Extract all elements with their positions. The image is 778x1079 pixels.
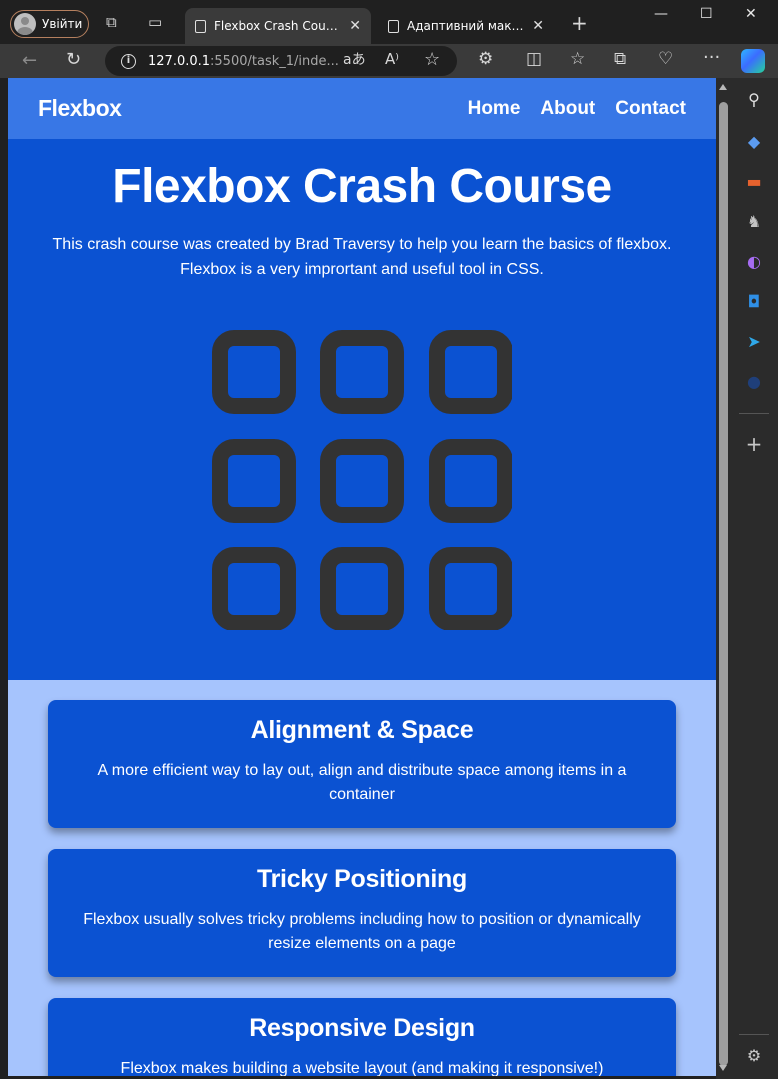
more-icon[interactable]: ··· (703, 49, 720, 67)
tab-flexbox-crash-course[interactable]: Flexbox Crash Course ✕ (185, 8, 371, 44)
workspaces-icon[interactable]: ⧉ (106, 15, 117, 30)
page-icon (388, 19, 399, 33)
avatar (14, 13, 36, 35)
translate-icon[interactable]: aあ (343, 53, 366, 67)
sidebar-divider (739, 1034, 769, 1035)
window-close-icon[interactable]: ✕ (745, 6, 757, 22)
star-icon[interactable]: ☆ (424, 51, 440, 69)
refresh-icon[interactable]: ↻ (66, 51, 81, 69)
browser-tab-bar: Увійти ⧉ ▭ Flexbox Crash Course ✕ Адапти… (0, 0, 778, 44)
page-viewport: Flexbox Home About Contact Flexbox Crash… (8, 78, 716, 1076)
tab-label: Flexbox Crash Course (214, 19, 342, 33)
feature-card-text: Flexbox makes building a website layout … (120, 1060, 604, 1076)
feature-card: Alignment & Space A more efficient way t… (48, 700, 676, 828)
close-icon[interactable]: ✕ (349, 18, 361, 34)
education-icon[interactable]: ● (744, 372, 764, 392)
hero-section: Flexbox Crash Course This crash course w… (8, 139, 716, 680)
scroll-down-icon[interactable] (719, 1065, 727, 1071)
arrow-left-icon[interactable]: ← (22, 52, 37, 70)
feature-card-text: A more efficient way to lay out, align a… (97, 762, 627, 803)
site-nav: Home About Contact (468, 98, 686, 120)
grid-icon (212, 330, 512, 630)
address-field[interactable]: i 127.0.0.1:5500/task_1/inde... (105, 46, 457, 76)
tab-label: Адаптивний макет сай (407, 19, 525, 33)
tab-adaptive-layout[interactable]: Адаптивний макет сай ✕ (378, 8, 554, 44)
feature-card-title: Responsive Design (249, 1014, 475, 1042)
browser-essentials-icon[interactable]: ♡ (658, 51, 673, 68)
games-icon[interactable]: ♞ (744, 212, 764, 232)
tag-icon[interactable]: ◆ (744, 132, 764, 152)
favorites-icon[interactable]: ☆ (570, 51, 585, 68)
feature-card-title: Tricky Positioning (257, 865, 467, 893)
toolbox-icon[interactable]: ▬ (744, 172, 764, 192)
close-icon[interactable]: ✕ (532, 18, 544, 34)
page-title: Flexbox Crash Course (112, 160, 612, 213)
page-scrollbar[interactable] (716, 78, 731, 1079)
profile-button[interactable]: Увійти (10, 10, 89, 38)
read-aloud-icon[interactable]: A⁾ (385, 52, 399, 67)
nav-link-about[interactable]: About (540, 98, 595, 120)
browser-address-bar: ← ↻ i 127.0.0.1:5500/task_1/inde... aあ A… (0, 44, 778, 78)
collections-icon[interactable]: ⧉ (614, 51, 626, 68)
browser-sidebar: ⚲ ◆ ▬ ♞ ◐ ◘ ➤ ● + ⚙ (731, 78, 778, 1079)
hero-description: This crash course was created by Brad Tr… (52, 236, 672, 278)
new-tab-icon[interactable]: + (571, 13, 588, 33)
outlook-icon[interactable]: ◘ (744, 292, 764, 312)
settings-icon[interactable]: ⚙ (744, 1046, 764, 1066)
url-text: 127.0.0.1:5500/task_1/inde... (148, 53, 339, 69)
site-navbar: Flexbox Home About Contact (8, 78, 716, 139)
scroll-thumb[interactable] (719, 102, 728, 1066)
maximize-icon[interactable]: ☐ (700, 6, 713, 22)
copilot-icon[interactable] (741, 49, 765, 73)
feature-card: Responsive Design Flexbox makes building… (48, 998, 676, 1076)
nav-link-contact[interactable]: Contact (615, 98, 686, 120)
profile-label: Увійти (42, 17, 83, 31)
tab-actions-icon[interactable]: ▭ (148, 15, 162, 30)
scroll-up-icon[interactable] (719, 84, 727, 90)
send-icon[interactable]: ➤ (744, 332, 764, 352)
sidebar-divider (739, 413, 769, 414)
info-icon[interactable]: i (121, 53, 136, 69)
copilot-icon[interactable]: ◐ (744, 252, 764, 272)
site-logo[interactable]: Flexbox (38, 95, 122, 122)
page-icon (195, 19, 206, 33)
puzzle-icon[interactable]: ⚙ (478, 51, 493, 68)
feature-card-text: Flexbox usually solves tricky problems i… (83, 911, 641, 952)
search-icon[interactable]: ⚲ (744, 90, 764, 110)
add-icon[interactable]: + (744, 434, 764, 454)
minimize-icon[interactable]: — (654, 6, 668, 22)
feature-card: Tricky Positioning Flexbox usually solve… (48, 849, 676, 977)
nav-link-home[interactable]: Home (468, 98, 521, 120)
split-screen-icon[interactable]: ◫ (526, 51, 542, 68)
feature-card-title: Alignment & Space (250, 716, 474, 744)
